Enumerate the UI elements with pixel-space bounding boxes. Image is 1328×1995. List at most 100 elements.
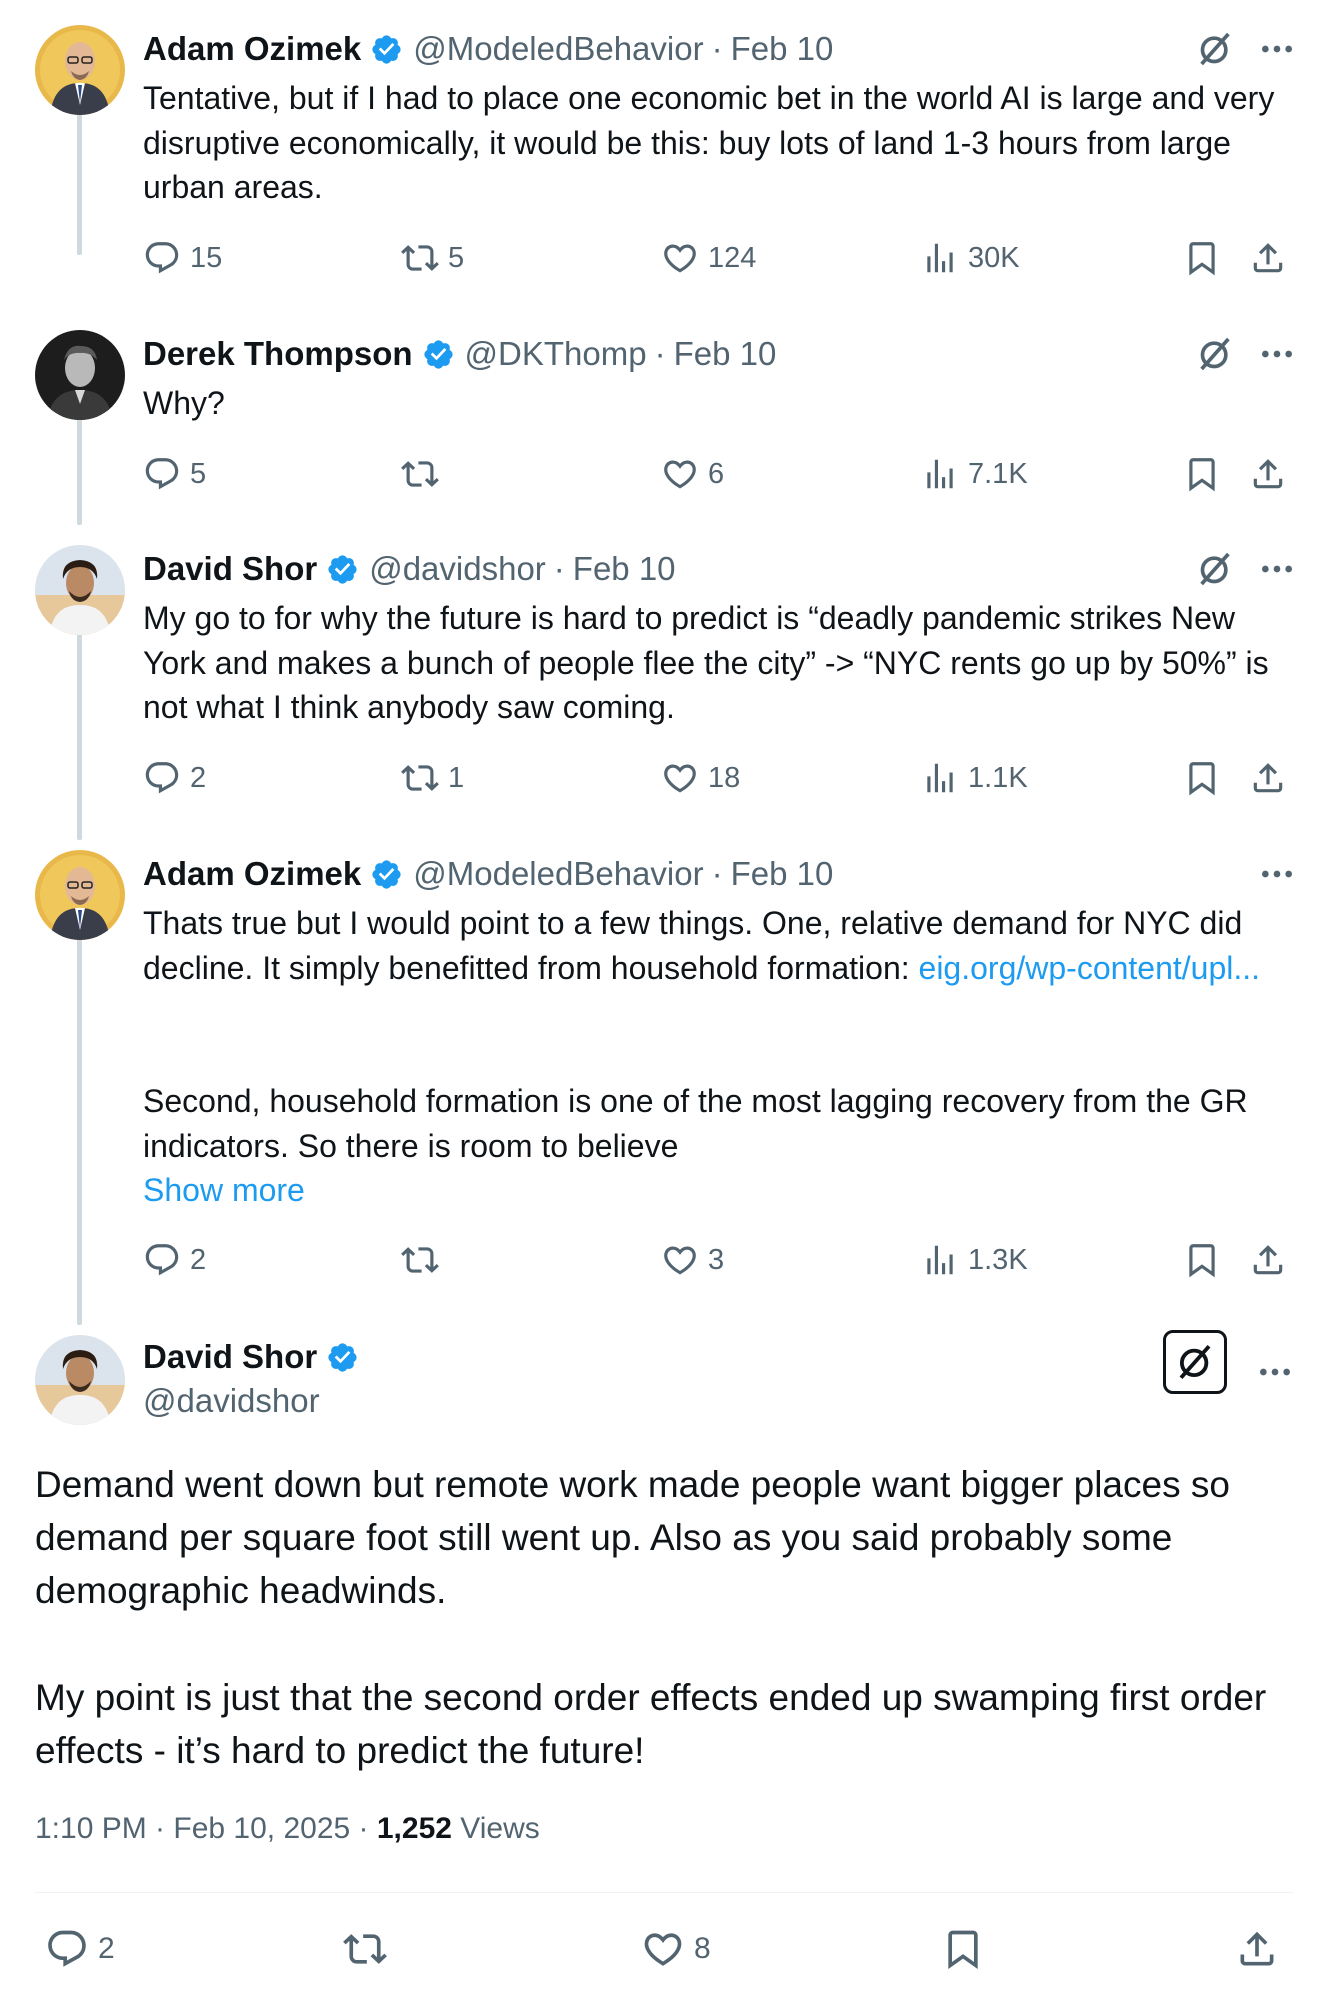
repost-button[interactable] bbox=[401, 1238, 448, 1282]
verified-badge-icon bbox=[326, 1341, 359, 1374]
bookmark-button[interactable] bbox=[1183, 452, 1221, 496]
views-icon bbox=[921, 759, 959, 797]
share-button[interactable] bbox=[1235, 1924, 1279, 1974]
author-name[interactable]: David Shor bbox=[143, 1338, 317, 1376]
views-count: 1.1K bbox=[968, 761, 1028, 794]
share-button[interactable] bbox=[1249, 756, 1287, 800]
views-label: Views bbox=[451, 1812, 540, 1845]
reply-icon bbox=[143, 239, 181, 277]
author-name[interactable]: David Shor bbox=[143, 550, 317, 588]
like-count: 8 bbox=[694, 1932, 711, 1965]
avatar[interactable] bbox=[35, 850, 125, 940]
reply-icon bbox=[45, 1927, 89, 1971]
reply-button[interactable]: 2 bbox=[143, 756, 206, 800]
separator: · bbox=[654, 335, 666, 372]
share-button[interactable] bbox=[1249, 236, 1287, 280]
like-icon bbox=[661, 1241, 699, 1279]
reply-count: 2 bbox=[98, 1932, 115, 1965]
avatar[interactable] bbox=[35, 1335, 125, 1425]
repost-button[interactable] bbox=[343, 1924, 396, 1974]
author-handle[interactable]: @davidshor bbox=[143, 1382, 320, 1420]
bookmark-button[interactable] bbox=[1183, 756, 1221, 800]
bookmark-icon bbox=[941, 1927, 985, 1971]
reply-button[interactable]: 5 bbox=[143, 452, 206, 496]
repost-button[interactable] bbox=[401, 452, 448, 496]
author-handle[interactable]: @davidshor bbox=[369, 550, 546, 588]
more-icon[interactable] bbox=[1257, 549, 1297, 589]
author-handle[interactable]: @ModeledBehavior bbox=[413, 30, 703, 68]
repost-icon bbox=[401, 239, 439, 277]
like-count: 6 bbox=[708, 457, 725, 490]
main-tweet-actions: 2 8 bbox=[35, 1924, 1305, 1974]
grok-icon[interactable] bbox=[1195, 334, 1235, 374]
share-icon bbox=[1249, 455, 1287, 493]
reply-button[interactable]: 2 bbox=[45, 1924, 115, 1974]
views-button[interactable]: 1.3K bbox=[921, 1238, 1028, 1282]
repost-button[interactable]: 5 bbox=[401, 236, 464, 280]
tweet-date[interactable]: Feb 10 bbox=[573, 550, 676, 588]
like-button[interactable]: 8 bbox=[641, 1924, 711, 1974]
tweet-timestamp[interactable]: 1:10 PM · Feb 10, 2025 · bbox=[35, 1812, 377, 1845]
author-handle[interactable]: @ModeledBehavior bbox=[413, 855, 703, 893]
avatar[interactable] bbox=[35, 330, 125, 420]
separator: · bbox=[553, 550, 565, 587]
like-icon bbox=[661, 455, 699, 493]
more-icon[interactable] bbox=[1257, 334, 1297, 374]
more-icon[interactable] bbox=[1257, 854, 1297, 894]
author-name[interactable]: Adam Ozimek bbox=[143, 30, 361, 68]
main-tweet-text: Demand went down but remote work made pe… bbox=[35, 1464, 1241, 1611]
separator: · bbox=[711, 855, 723, 892]
like-count: 18 bbox=[708, 761, 741, 794]
share-icon bbox=[1249, 759, 1287, 797]
author-handle[interactable]: @DKThomp bbox=[465, 335, 647, 373]
show-more-link[interactable]: Show more bbox=[143, 1168, 305, 1213]
tweet-text: Second, household formation is one of th… bbox=[143, 1083, 1257, 1164]
tweet-text: My go to for why the future is hard to p… bbox=[143, 600, 1278, 725]
tweet-actions: 15 5 124 30K bbox=[143, 236, 1303, 280]
share-button[interactable] bbox=[1249, 1238, 1287, 1282]
more-icon[interactable] bbox=[1255, 1352, 1295, 1392]
bookmark-button[interactable] bbox=[941, 1924, 985, 1974]
views-count: 30K bbox=[968, 241, 1020, 274]
reply-count: 2 bbox=[190, 761, 207, 794]
views-button[interactable]: 1.1K bbox=[921, 756, 1028, 800]
grok-icon[interactable] bbox=[1195, 29, 1235, 69]
like-icon bbox=[661, 239, 699, 277]
tweet-date[interactable]: Feb 10 bbox=[731, 30, 834, 68]
avatar[interactable] bbox=[35, 545, 125, 635]
tweet-header: Adam Ozimek @ModeledBehavior · Feb 10 bbox=[143, 854, 833, 894]
views-button[interactable]: 30K bbox=[921, 236, 1020, 280]
verified-badge-icon bbox=[370, 33, 403, 66]
like-button[interactable]: 6 bbox=[661, 452, 724, 496]
separator: · bbox=[711, 30, 723, 67]
bookmark-icon bbox=[1183, 239, 1221, 277]
repost-icon bbox=[343, 1927, 387, 1971]
bookmark-button[interactable] bbox=[1183, 236, 1221, 280]
grok-button[interactable] bbox=[1163, 1330, 1227, 1394]
bookmark-button[interactable] bbox=[1183, 1238, 1221, 1282]
grok-icon[interactable] bbox=[1195, 549, 1235, 589]
views-icon bbox=[921, 455, 959, 493]
author-name[interactable]: Adam Ozimek bbox=[143, 855, 361, 893]
tweet-top-icons bbox=[1257, 854, 1297, 894]
more-icon[interactable] bbox=[1257, 29, 1297, 69]
tweet-actions: 5 6 7.1K bbox=[143, 452, 1303, 496]
author-name[interactable]: Derek Thompson bbox=[143, 335, 413, 373]
views-icon bbox=[921, 239, 959, 277]
tweet-top-icons bbox=[1195, 334, 1297, 374]
like-button[interactable]: 18 bbox=[661, 756, 740, 800]
tweet-date[interactable]: Feb 10 bbox=[674, 335, 777, 373]
like-button[interactable]: 3 bbox=[661, 1238, 724, 1282]
reply-button[interactable]: 2 bbox=[143, 1238, 206, 1282]
reply-count: 2 bbox=[190, 1243, 207, 1276]
avatar[interactable] bbox=[35, 25, 125, 115]
repost-button[interactable]: 1 bbox=[401, 756, 464, 800]
reply-count: 15 bbox=[190, 241, 223, 274]
share-button[interactable] bbox=[1249, 452, 1287, 496]
like-button[interactable]: 124 bbox=[661, 236, 756, 280]
tweet-link[interactable]: eig.org/wp-content/upl... bbox=[919, 950, 1261, 986]
tweet-date[interactable]: Feb 10 bbox=[731, 855, 834, 893]
reply-button[interactable]: 15 bbox=[143, 236, 222, 280]
views-button[interactable]: 7.1K bbox=[921, 452, 1028, 496]
bookmark-icon bbox=[1183, 455, 1221, 493]
